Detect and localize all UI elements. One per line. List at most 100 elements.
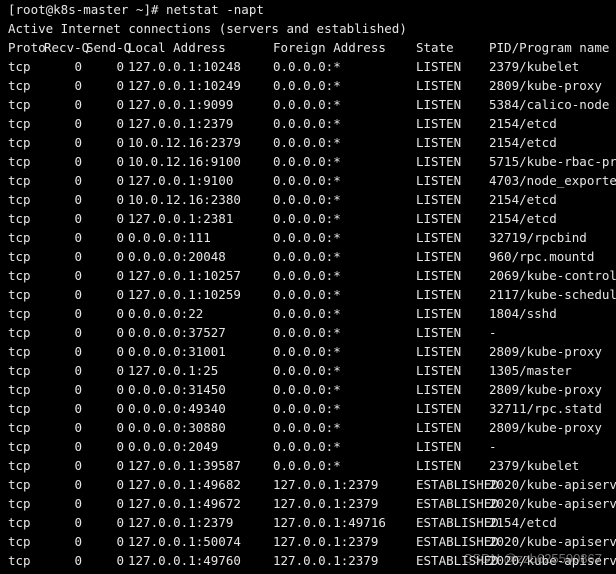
table-row: tcp 0 0 127.0.0.1:10248 0.0.0.0:* LISTEN 2379/… [0,57,616,76]
cell-program: 2069/kube-controlle [489,268,616,283]
cell-program: 2117/kube-scheduler [489,287,616,302]
cell-send-q: 0 [116,249,124,264]
cell-foreign-address: 0.0.0.0:* [273,78,341,93]
cell-local-address: 0.0.0.0:22 [128,306,204,321]
cell-send-q: 0 [116,401,124,416]
cell-state: LISTEN [416,154,462,169]
table-row: tcp 0 0 127.0.0.1:49682 127.0.0.1:2379 ESTABL… [0,475,616,494]
cell-foreign-address: 0.0.0.0:* [273,458,341,473]
cell-program: 2154/etcd [489,515,557,530]
cell-program: 1804/sshd [489,306,557,321]
cell-proto: tcp [8,287,31,302]
cell-foreign-address: 0.0.0.0:* [273,249,341,264]
table-row: tcp 0 0 0.0.0.0:30880 0.0.0.0:* LISTEN 2809/ku… [0,418,616,437]
cell-send-q: 0 [116,477,124,492]
cell-state: LISTEN [416,363,462,378]
cell-recv-q: 0 [74,249,82,264]
terminal-window[interactable]: [root@k8s-master ~]# netstat -napt Activ… [0,0,616,574]
cell-recv-q: 0 [74,515,82,530]
cell-send-q: 0 [116,325,124,340]
cell-recv-q: 0 [74,230,82,245]
connection-rows: tcp 0 0 127.0.0.1:10248 0.0.0.0:* LISTEN 2379/… [0,57,616,570]
cell-program: 4703/node_exporter [489,173,616,188]
cell-foreign-address: 127.0.0.1:2379 [273,553,379,568]
cell-send-q: 0 [116,344,124,359]
cell-send-q: 0 [116,420,124,435]
cell-recv-q: 0 [74,439,82,454]
cell-state: LISTEN [416,211,462,226]
cell-foreign-address: 0.0.0.0:* [273,363,341,378]
cell-state: LISTEN [416,344,462,359]
cell-state: LISTEN [416,458,462,473]
cell-foreign-address: 127.0.0.1:2379 [273,534,379,549]
cell-recv-q: 0 [74,382,82,397]
cell-foreign-address: 0.0.0.0:* [273,344,341,359]
cell-program: - [489,325,497,340]
cell-recv-q: 0 [74,192,82,207]
header-recv-q: Recv-Q [44,40,90,55]
table-row: tcp 0 0 127.0.0.1:2381 0.0.0.0:* LISTEN 2154/e… [0,209,616,228]
cell-local-address: 10.0.12.16:2380 [128,192,241,207]
table-row: tcp 0 0 0.0.0.0:20048 0.0.0.0:* LISTEN 960/rpc… [0,247,616,266]
table-row: tcp 0 0 10.0.12.16:2380 0.0.0.0:* LISTEN 2154/… [0,190,616,209]
table-row: tcp 0 0 127.0.0.1:2379 127.0.0.1:49716 ESTABL… [0,513,616,532]
cell-state: ESTABLISHED [416,515,499,530]
cell-program: 32719/rpcbind [489,230,587,245]
cell-local-address: 127.0.0.1:10249 [128,78,241,93]
cell-local-address: 10.0.12.16:9100 [128,154,241,169]
cell-local-address: 127.0.0.1:2379 [128,116,234,131]
cell-program: 2020/kube-apiserver [489,477,616,492]
cell-local-address: 0.0.0.0:49340 [128,401,226,416]
cell-recv-q: 0 [74,211,82,226]
cell-send-q: 0 [116,496,124,511]
cell-send-q: 0 [116,534,124,549]
cell-program: 2154/etcd [489,135,557,150]
cell-proto: tcp [8,344,31,359]
cell-state: LISTEN [416,173,462,188]
cell-local-address: 127.0.0.1:25 [128,363,219,378]
cell-state: LISTEN [416,439,462,454]
cell-proto: tcp [8,78,31,93]
table-row: tcp 0 0 127.0.0.1:9099 0.0.0.0:* LISTEN 5384/c… [0,95,616,114]
cell-foreign-address: 127.0.0.1:2379 [273,477,379,492]
cell-local-address: 0.0.0.0:20048 [128,249,226,264]
cell-program: 2809/kube-proxy [489,78,602,93]
cell-state: LISTEN [416,382,462,397]
cell-local-address: 127.0.0.1:10248 [128,59,241,74]
cell-recv-q: 0 [74,401,82,416]
cell-recv-q: 0 [74,363,82,378]
cell-send-q: 0 [116,78,124,93]
cell-foreign-address: 0.0.0.0:* [273,382,341,397]
cell-state: LISTEN [416,59,462,74]
table-row: tcp 0 0 0.0.0.0:2049 0.0.0.0:* LISTEN - [0,437,616,456]
cell-local-address: 127.0.0.1:49682 [128,477,241,492]
cell-state: LISTEN [416,420,462,435]
cell-program: 32711/rpc.statd [489,401,602,416]
cell-program: - [489,439,497,454]
cell-local-address: 0.0.0.0:111 [128,230,211,245]
cell-proto: tcp [8,496,31,511]
cell-program: 2379/kubelet [489,59,580,74]
cell-state: LISTEN [416,268,462,283]
cell-local-address: 127.0.0.1:10259 [128,287,241,302]
cell-state: ESTABLISHED [416,477,499,492]
header-local-address: Local Address [128,40,226,55]
cell-program: 2809/kube-proxy [489,344,602,359]
cell-recv-q: 0 [74,325,82,340]
table-row: tcp 0 0 127.0.0.1:10259 0.0.0.0:* LISTEN 2117/… [0,285,616,304]
cell-state: LISTEN [416,192,462,207]
cell-proto: tcp [8,173,31,188]
cell-send-q: 0 [116,553,124,568]
cell-state: LISTEN [416,325,462,340]
cell-send-q: 0 [116,173,124,188]
cell-recv-q: 0 [74,344,82,359]
cell-program: 2809/kube-proxy [489,382,602,397]
cell-recv-q: 0 [74,173,82,188]
cell-program: 2154/etcd [489,116,557,131]
header-program: PID/Program name [489,40,610,55]
table-row: tcp 0 0 127.0.0.1:49672 127.0.0.1:2379 ESTABL… [0,494,616,513]
cell-proto: tcp [8,458,31,473]
cell-send-q: 0 [116,515,124,530]
cell-state: LISTEN [416,230,462,245]
cell-send-q: 0 [116,154,124,169]
